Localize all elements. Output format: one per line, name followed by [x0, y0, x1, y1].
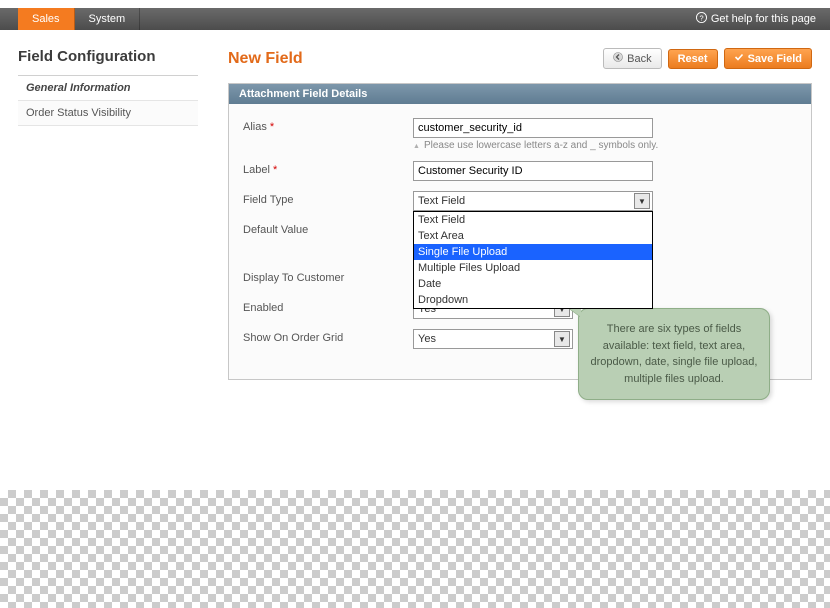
help-link[interactable]: ? Get help for this page — [696, 8, 830, 30]
option-text-area[interactable]: Text Area — [414, 228, 652, 244]
default-value-label: Default Value — [243, 221, 413, 236]
select-value: Text Field — [418, 195, 465, 207]
alias-hint: Please use lowercase letters a-z and _ s… — [413, 140, 797, 151]
top-nav: Sales System ? Get help for this page — [0, 8, 830, 30]
field-type-dropdown-list: Text Field Text Area Single File Upload … — [413, 211, 653, 309]
button-label: Back — [627, 53, 651, 65]
page-title: New Field — [228, 50, 597, 68]
show-on-order-grid-select[interactable]: Yes ▼ — [413, 329, 573, 349]
nav-tab-sales[interactable]: Sales — [18, 8, 75, 30]
help-label: Get help for this page — [711, 13, 816, 25]
check-icon — [734, 52, 744, 65]
fieldset-title: Attachment Field Details — [229, 84, 811, 104]
alias-label: Alias * — [243, 118, 413, 133]
option-date[interactable]: Date — [414, 276, 652, 292]
chevron-down-icon: ▼ — [554, 331, 570, 347]
top-spacer — [0, 0, 830, 8]
nav-tab-system[interactable]: System — [75, 8, 141, 30]
chevron-down-icon: ▼ — [634, 193, 650, 209]
transparency-background — [0, 490, 830, 608]
sidebar: Field Configuration General Information … — [0, 48, 198, 380]
sidebar-title: Field Configuration — [18, 48, 198, 65]
show-on-order-grid-label: Show On Order Grid — [243, 329, 413, 344]
option-dropdown[interactable]: Dropdown — [414, 292, 652, 308]
label-input[interactable] — [413, 161, 653, 181]
button-label: Reset — [678, 53, 708, 65]
help-icon: ? — [696, 12, 707, 26]
label-label: Label * — [243, 161, 413, 176]
save-field-button[interactable]: Save Field — [724, 48, 812, 69]
callout-text: There are six types of fields available:… — [591, 323, 758, 385]
sidebar-item-general-information[interactable]: General Information — [18, 76, 198, 101]
nav-tab-label: System — [89, 13, 126, 25]
select-value: Yes — [418, 333, 436, 345]
option-text-field[interactable]: Text Field — [414, 212, 652, 228]
enabled-label: Enabled — [243, 299, 413, 314]
alias-input[interactable] — [413, 118, 653, 138]
option-multiple-files-upload[interactable]: Multiple Files Upload — [414, 260, 652, 276]
svg-text:?: ? — [699, 13, 703, 22]
option-single-file-upload[interactable]: Single File Upload — [414, 244, 652, 260]
callout-tooltip: There are six types of fields available:… — [578, 308, 770, 400]
display-to-customer-label: Display To Customer — [243, 269, 413, 284]
sidebar-item-label: Order Status Visibility — [26, 107, 131, 119]
sidebar-item-order-status-visibility[interactable]: Order Status Visibility — [18, 101, 198, 126]
button-label: Save Field — [748, 53, 802, 65]
back-icon — [613, 52, 623, 65]
sidebar-item-label: General Information — [26, 82, 131, 94]
back-button[interactable]: Back — [603, 48, 661, 69]
field-type-label: Field Type — [243, 191, 413, 206]
reset-button[interactable]: Reset — [668, 49, 718, 69]
nav-tab-label: Sales — [32, 13, 60, 25]
field-type-select[interactable]: Text Field ▼ — [413, 191, 653, 211]
